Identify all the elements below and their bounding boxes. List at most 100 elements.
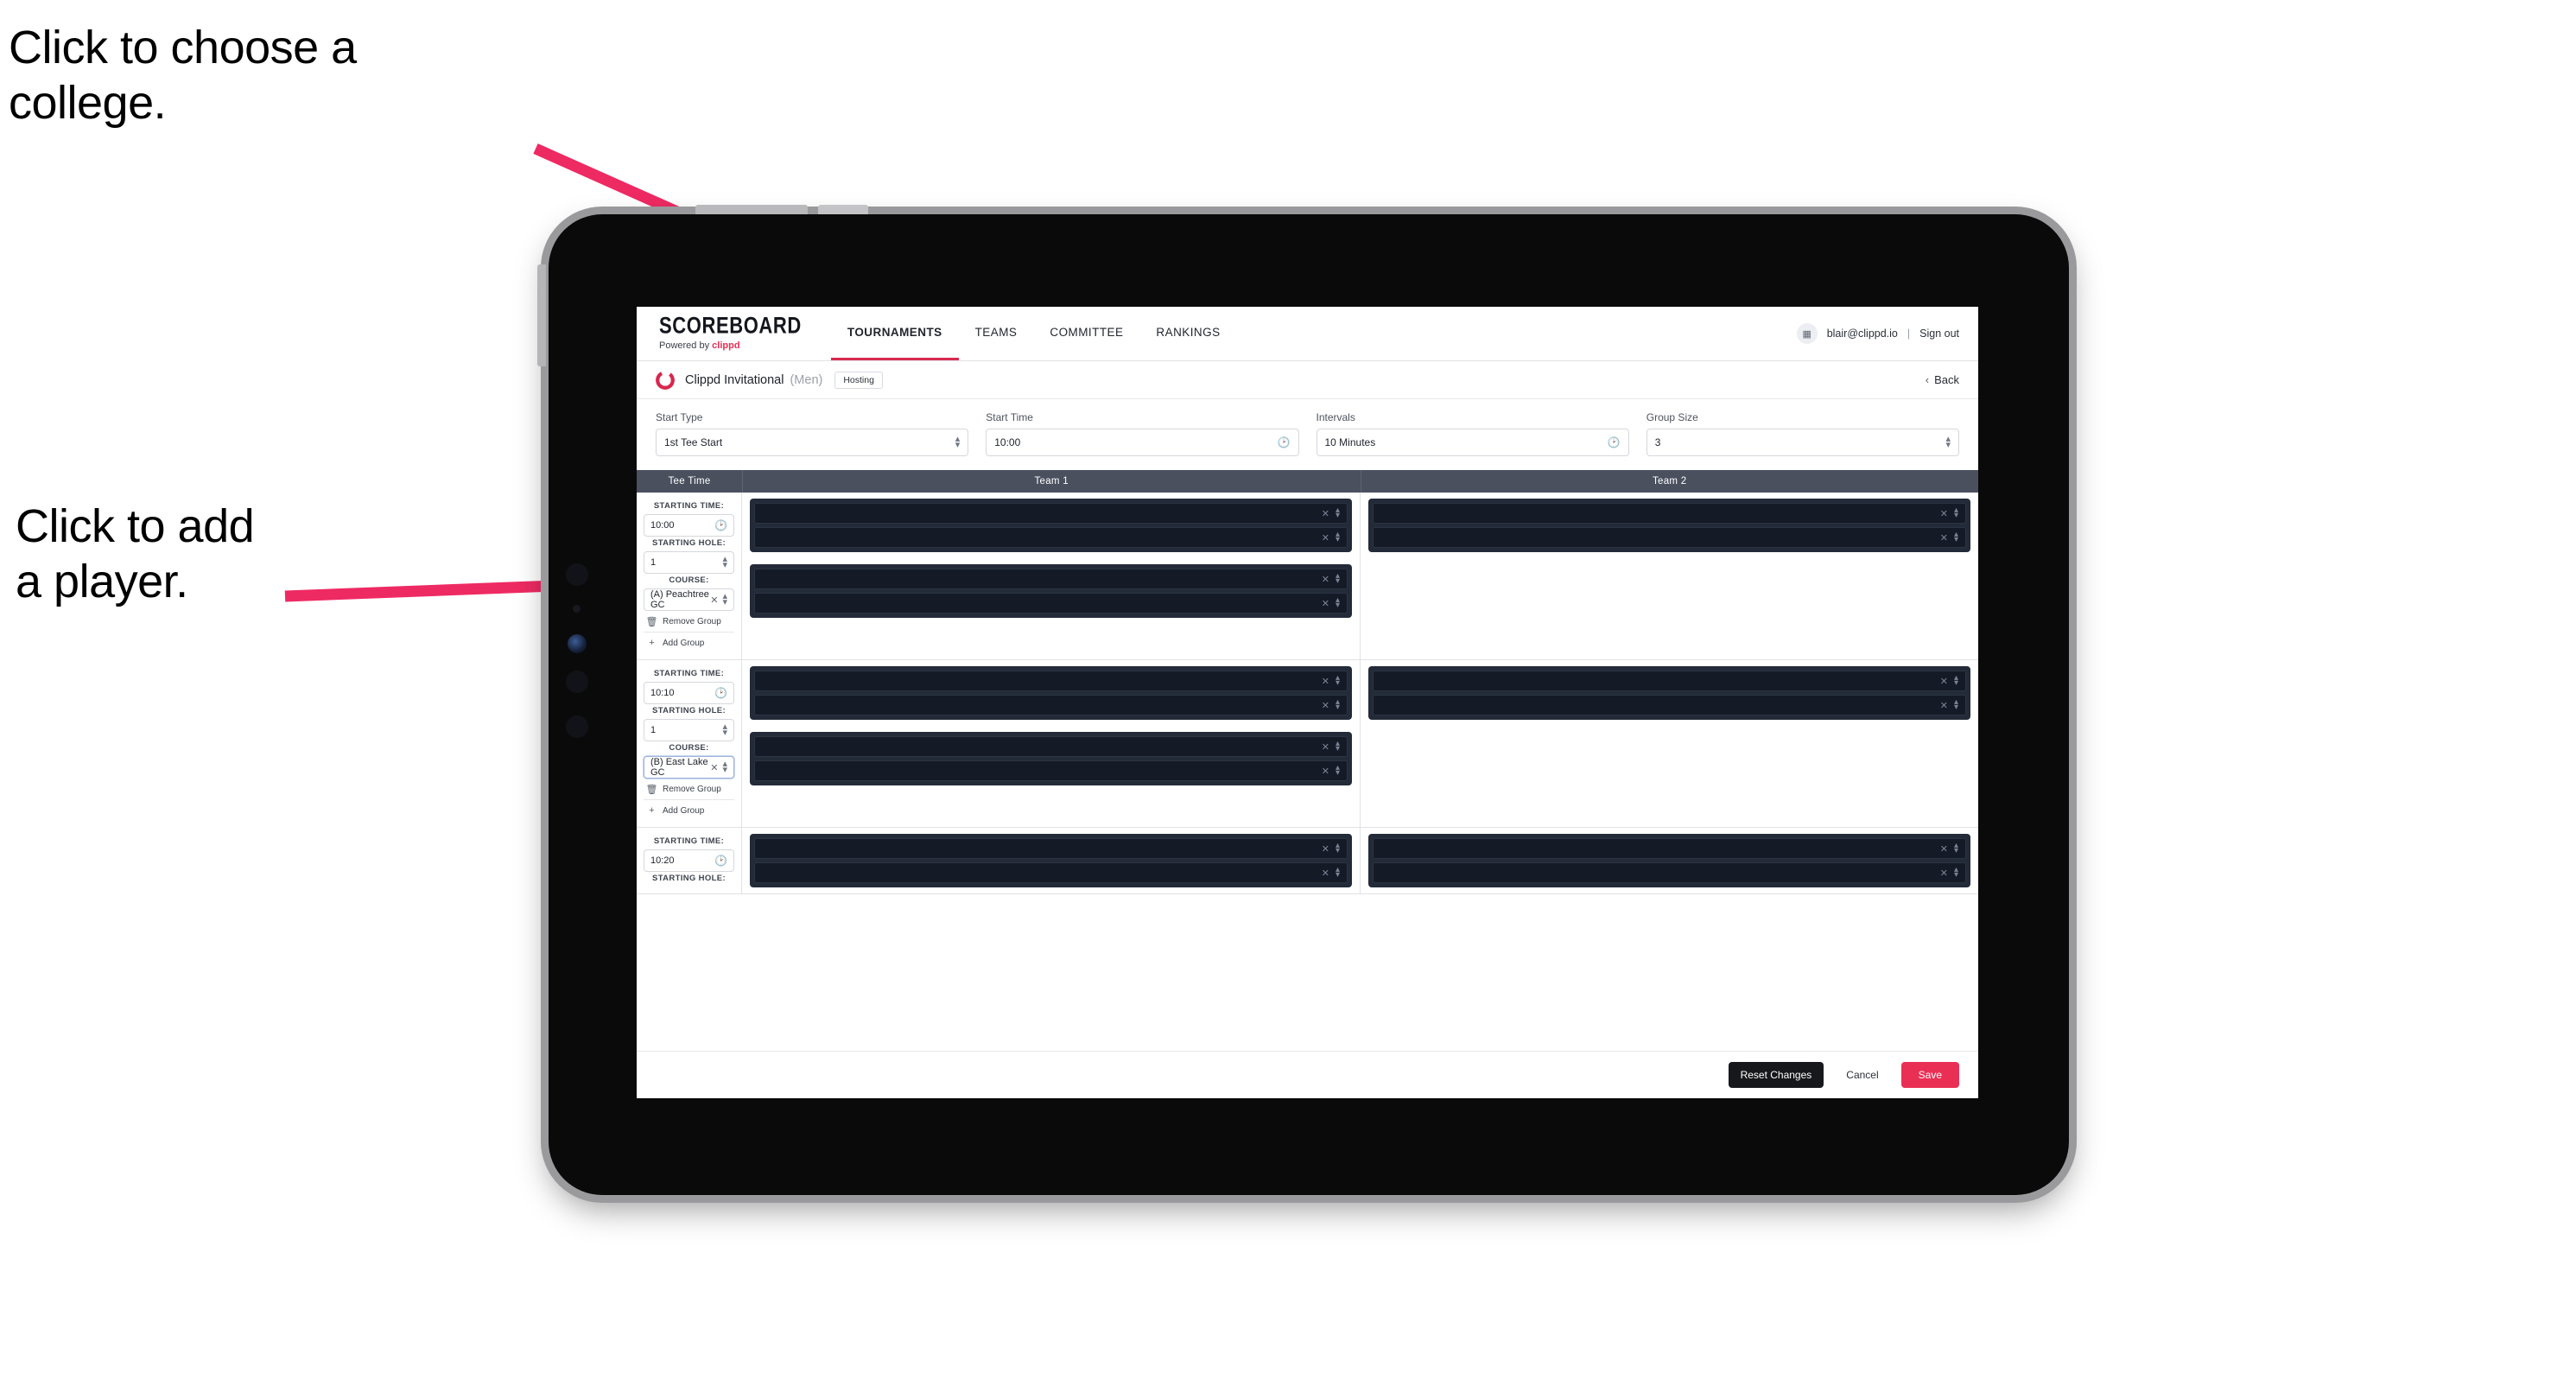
close-icon[interactable]: ✕ <box>1940 676 1948 687</box>
stepper-icon[interactable]: ▴ ▾ <box>722 555 727 570</box>
stepper-icon[interactable]: ▴ ▾ <box>722 592 727 607</box>
course-select[interactable]: (B) East Lake GC ✕ ▴ ▾ <box>644 756 734 779</box>
nav-item-teams[interactable]: TEAMS <box>959 307 1034 360</box>
side-button[interactable] <box>537 264 546 366</box>
stepper-icon[interactable]: ▴ ▾ <box>1954 866 1958 880</box>
power-button[interactable] <box>695 205 808 214</box>
clear-course-icon[interactable]: ✕ <box>710 762 718 773</box>
stepper-icon[interactable]: ▴ ▾ <box>1336 572 1340 586</box>
group-size-select[interactable]: 3 ▴ ▾ <box>1646 429 1959 456</box>
volume-button[interactable] <box>818 205 868 214</box>
annotation-choose-college: Click to choose a college. <box>9 22 357 129</box>
mic-hole-icon <box>573 605 581 613</box>
player-slot[interactable]: ✕ ▴ ▾ <box>754 695 1348 715</box>
close-icon[interactable]: ✕ <box>1940 700 1948 711</box>
player-slot[interactable]: ✕ ▴ ▾ <box>754 862 1348 883</box>
stepper-icon[interactable]: ▴ ▾ <box>1954 506 1958 520</box>
close-icon[interactable]: ✕ <box>1322 868 1329 879</box>
close-icon[interactable]: ✕ <box>1322 676 1329 687</box>
course-select[interactable]: (A) Peachtree GC ✕ ▴ ▾ <box>644 588 734 611</box>
player-slot[interactable]: ✕ ▴ ▾ <box>754 593 1348 614</box>
stepper-icon[interactable]: ▴ ▾ <box>1336 842 1340 855</box>
close-icon[interactable]: ✕ <box>1322 700 1329 711</box>
close-icon[interactable]: ✕ <box>1322 843 1329 855</box>
nav-item-committee[interactable]: COMMITTEE <box>1033 307 1139 360</box>
player-slot[interactable]: ✕ ▴ ▾ <box>1373 862 1966 883</box>
clock-icon[interactable]: 🕑 <box>1278 436 1291 448</box>
stepper-icon[interactable]: ▴ ▾ <box>1954 842 1958 855</box>
start-type-select[interactable]: 1st Tee Start ▴ ▾ <box>656 429 969 456</box>
cancel-button[interactable]: Cancel <box>1837 1062 1887 1088</box>
brand-logo[interactable]: SCOREBOARD Powered by clippd <box>637 307 815 360</box>
nav-item-tournaments[interactable]: TOURNAMENTS <box>830 307 959 360</box>
stepper-icon[interactable]: ▴ ▾ <box>1336 698 1340 712</box>
stepper-icon[interactable]: ▴ ▾ <box>1336 740 1340 753</box>
nav-item-rankings[interactable]: RANKINGS <box>1139 307 1236 360</box>
tee-time-cell: STARTING TIME: 10:00 🕑 STARTING HOLE: 1 ▴ ▾ COU… <box>637 493 742 659</box>
player-slot[interactable]: ✕ ▴ ▾ <box>1373 671 1966 691</box>
clock-icon[interactable]: 🕑 <box>714 519 727 531</box>
stepper-icon[interactable]: ▴ ▾ <box>1945 435 1951 450</box>
close-icon[interactable]: ✕ <box>1940 508 1948 519</box>
player-slot[interactable]: ✕ ▴ ▾ <box>754 527 1348 548</box>
starting-time-input[interactable]: 10:10 🕑 <box>644 682 734 704</box>
intervals-input[interactable]: 10 Minutes 🕑 <box>1316 429 1629 456</box>
stepper-icon[interactable]: ▴ ▾ <box>1954 674 1958 688</box>
stepper-icon[interactable]: ▴ ▾ <box>955 435 961 450</box>
close-icon[interactable]: ✕ <box>1322 766 1329 777</box>
remove-group-button[interactable]: 🗑 Remove Group <box>644 611 734 632</box>
stepper-icon[interactable]: ▴ ▾ <box>1954 531 1958 544</box>
stepper-icon[interactable]: ▴ ▾ <box>722 722 727 738</box>
clear-course-icon[interactable]: ✕ <box>710 594 718 606</box>
back-button[interactable]: ‹ Back <box>1926 373 1959 386</box>
starting-hole-input[interactable]: 1 ▴ ▾ <box>644 719 734 741</box>
camera-icon <box>568 634 587 653</box>
stepper-icon[interactable]: ▴ ▾ <box>1954 698 1958 712</box>
starting-hole-input[interactable]: 1 ▴ ▾ <box>644 551 734 574</box>
user-badge-icon[interactable]: ▦ <box>1796 323 1818 344</box>
clock-icon[interactable]: 🕑 <box>714 855 727 867</box>
player-slot[interactable]: ✕ ▴ ▾ <box>1373 503 1966 524</box>
add-group-button[interactable]: + Add Group <box>644 799 734 820</box>
stepper-icon[interactable]: ▴ ▾ <box>1336 764 1340 778</box>
stepper-icon[interactable]: ▴ ▾ <box>1336 531 1340 544</box>
player-slot[interactable]: ✕ ▴ ▾ <box>754 569 1348 589</box>
reset-changes-button[interactable]: Reset Changes <box>1728 1062 1824 1088</box>
close-icon[interactable]: ✕ <box>1322 598 1329 609</box>
close-icon[interactable]: ✕ <box>1940 843 1948 855</box>
team2-cell: ✕ ▴ ▾ ✕ ▴ ▾ <box>1361 828 1978 893</box>
start-time-input[interactable]: 10:00 🕑 <box>986 429 1299 456</box>
close-icon[interactable]: ✕ <box>1322 741 1329 753</box>
remove-group-button[interactable]: 🗑 Remove Group <box>644 779 734 799</box>
save-button[interactable]: Save <box>1900 1062 1959 1088</box>
group-box: ✕ ▴ ▾ ✕ ▴ ▾ <box>750 564 1352 618</box>
stepper-icon[interactable]: ▴ ▾ <box>1336 674 1340 688</box>
close-icon[interactable]: ✕ <box>1322 574 1329 585</box>
sign-out-link[interactable]: Sign out <box>1919 327 1959 340</box>
player-slot[interactable]: ✕ ▴ ▾ <box>754 503 1348 524</box>
clock-icon[interactable]: 🕑 <box>714 687 727 699</box>
label-starting-hole: STARTING HOLE: <box>652 538 726 548</box>
player-slot[interactable]: ✕ ▴ ▾ <box>1373 838 1966 859</box>
add-group-button[interactable]: + Add Group <box>644 632 734 652</box>
group-box: ✕ ▴ ▾ ✕ ▴ ▾ <box>750 834 1352 887</box>
close-icon[interactable]: ✕ <box>1322 532 1329 544</box>
player-slot[interactable]: ✕ ▴ ▾ <box>754 760 1348 781</box>
stepper-icon[interactable]: ▴ ▾ <box>1336 866 1340 880</box>
stepper-icon[interactable]: ▴ ▾ <box>1336 506 1340 520</box>
player-slot[interactable]: ✕ ▴ ▾ <box>1373 695 1966 715</box>
player-slot[interactable]: ✕ ▴ ▾ <box>1373 527 1966 548</box>
player-slot[interactable]: ✕ ▴ ▾ <box>754 736 1348 757</box>
clock-icon[interactable]: 🕑 <box>1608 436 1621 448</box>
stepper-icon[interactable]: ▴ ▾ <box>1336 596 1340 610</box>
player-slot[interactable]: ✕ ▴ ▾ <box>754 838 1348 859</box>
player-slot[interactable]: ✕ ▴ ▾ <box>754 671 1348 691</box>
close-icon[interactable]: ✕ <box>1940 532 1948 544</box>
close-icon[interactable]: ✕ <box>1940 868 1948 879</box>
stepper-icon[interactable]: ▴ ▾ <box>722 760 727 775</box>
page-title: Clippd Invitational <box>685 372 784 387</box>
starting-time-input[interactable]: 10:20 🕑 <box>644 849 734 872</box>
add-group-label: Add Group <box>663 638 705 648</box>
starting-time-input[interactable]: 10:00 🕑 <box>644 514 734 537</box>
close-icon[interactable]: ✕ <box>1322 508 1329 519</box>
